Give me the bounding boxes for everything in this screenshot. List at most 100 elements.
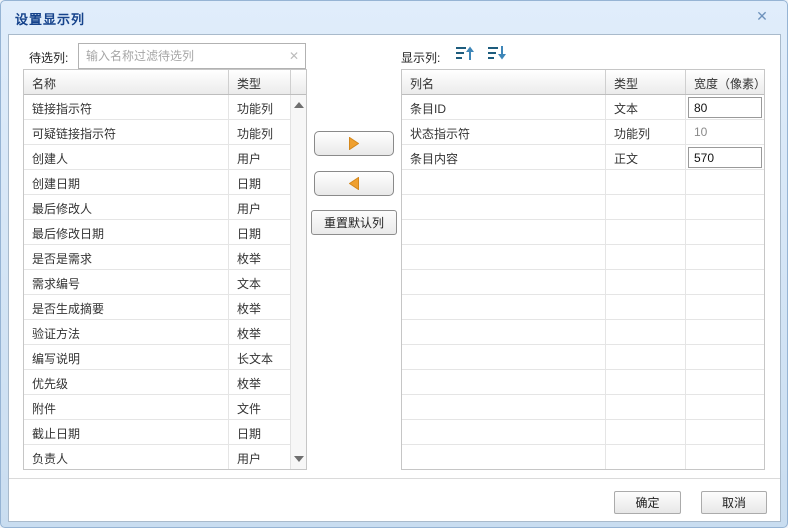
column-name-cell: 链接指示符 [24, 95, 229, 119]
column-name-cell [402, 345, 606, 369]
column-name-cell: 是否生成摘要 [24, 295, 229, 319]
empty-row [402, 320, 764, 345]
column-type-cell: 功能列 [229, 120, 291, 144]
column-type-cell [606, 245, 686, 269]
column-type-cell: 日期 [229, 170, 291, 194]
header-type: 类型 [606, 70, 686, 94]
column-width-cell [686, 395, 764, 419]
column-name-cell: 创建人 [24, 145, 229, 169]
move-up-icon[interactable] [456, 44, 475, 62]
available-column-row[interactable]: 是否生成摘要枚举 [24, 295, 306, 320]
header-width-pixels: 宽度（像素） [686, 70, 764, 94]
left-table-scrollbar[interactable] [290, 95, 306, 469]
move-left-button[interactable] [314, 171, 394, 196]
available-column-row[interactable]: 是否是需求枚举 [24, 245, 306, 270]
available-column-row[interactable]: 截止日期日期 [24, 420, 306, 445]
available-column-row[interactable]: 优先级枚举 [24, 370, 306, 395]
column-width-cell [686, 370, 764, 394]
empty-row [402, 395, 764, 420]
empty-row [402, 245, 764, 270]
column-name-cell [402, 195, 606, 219]
left-triangle-icon [349, 177, 359, 190]
width-readonly-value: 10 [687, 121, 763, 139]
column-type-cell: 功能列 [229, 95, 291, 119]
reset-default-columns-button[interactable]: 重置默认列 [311, 210, 397, 235]
column-type-cell: 日期 [229, 220, 291, 244]
empty-row [402, 445, 764, 470]
empty-row [402, 420, 764, 445]
ok-button[interactable]: 确定 [614, 491, 681, 514]
dialog-titlebar: 设置显示列 ✕ [1, 1, 787, 33]
column-type-cell: 枚举 [229, 320, 291, 344]
column-name-cell [402, 220, 606, 244]
column-type-cell: 功能列 [606, 120, 686, 144]
scroll-down-icon[interactable] [294, 456, 304, 462]
empty-row [402, 220, 764, 245]
display-column-row[interactable]: 条目ID文本 [402, 95, 764, 120]
available-column-row[interactable]: 创建人用户 [24, 145, 306, 170]
available-column-row[interactable]: 可疑链接指示符功能列 [24, 120, 306, 145]
width-input[interactable] [688, 97, 762, 118]
available-column-row[interactable]: 创建日期日期 [24, 170, 306, 195]
column-type-cell [606, 345, 686, 369]
column-width-cell [686, 270, 764, 294]
filter-input[interactable] [79, 44, 290, 68]
dialog-title: 设置显示列 [15, 9, 85, 28]
column-name-cell [402, 170, 606, 194]
column-name-cell: 验证方法 [24, 320, 229, 344]
right-triangle-icon [349, 137, 359, 150]
available-column-row[interactable]: 附件文件 [24, 395, 306, 420]
display-columns-header: 列名 类型 宽度（像素） [402, 70, 764, 95]
available-column-row[interactable]: 验证方法枚举 [24, 320, 306, 345]
header-scroll-filler [291, 70, 306, 94]
column-width-cell [686, 95, 764, 119]
display-column-row[interactable]: 状态指示符功能列10 [402, 120, 764, 145]
scroll-up-icon[interactable] [294, 102, 304, 108]
column-name-cell [402, 245, 606, 269]
move-down-icon[interactable] [488, 44, 507, 62]
available-column-row[interactable]: 编写说明长文本 [24, 345, 306, 370]
column-name-cell [402, 395, 606, 419]
column-type-cell: 用户 [229, 195, 291, 219]
available-column-row[interactable]: 最后修改人用户 [24, 195, 306, 220]
header-name: 名称 [24, 70, 229, 94]
empty-row [402, 345, 764, 370]
cancel-button[interactable]: 取消 [701, 491, 767, 514]
column-type-cell: 用户 [229, 445, 291, 469]
available-column-row[interactable]: 最后修改日期日期 [24, 220, 306, 245]
width-input[interactable] [688, 147, 762, 168]
header-type: 类型 [229, 70, 291, 94]
column-type-cell [606, 295, 686, 319]
column-name-cell: 状态指示符 [402, 120, 606, 144]
empty-row [402, 295, 764, 320]
display-columns-table: 列名 类型 宽度（像素） 条目ID文本状态指示符功能列10条目内容正文 [401, 69, 765, 470]
column-type-cell [606, 370, 686, 394]
available-columns-body: 链接指示符功能列可疑链接指示符功能列创建人用户创建日期日期最后修改人用户最后修改… [24, 95, 306, 470]
column-name-cell: 优先级 [24, 370, 229, 394]
column-type-cell: 文本 [229, 270, 291, 294]
column-width-cell [686, 220, 764, 244]
column-name-cell: 可疑链接指示符 [24, 120, 229, 144]
move-right-button[interactable] [314, 131, 394, 156]
column-type-cell: 文本 [606, 95, 686, 119]
display-column-row[interactable]: 条目内容正文 [402, 145, 764, 170]
column-width-cell [686, 145, 764, 169]
column-name-cell: 创建日期 [24, 170, 229, 194]
empty-row [402, 170, 764, 195]
dialog-content: 待选列: ✕ 名称 类型 链接指示符功能列可疑链接指示符功能列创建人用户创建日期… [8, 34, 781, 522]
available-column-row[interactable]: 需求编号文本 [24, 270, 306, 295]
close-icon[interactable]: ✕ [754, 8, 770, 24]
column-type-cell: 正文 [606, 145, 686, 169]
header-column-name: 列名 [402, 70, 606, 94]
available-column-row[interactable]: 负责人用户 [24, 445, 306, 470]
column-name-cell: 编写说明 [24, 345, 229, 369]
column-type-cell [606, 170, 686, 194]
column-name-cell [402, 320, 606, 344]
clear-filter-icon[interactable]: ✕ [289, 49, 299, 63]
available-column-row[interactable]: 链接指示符功能列 [24, 95, 306, 120]
column-type-cell: 长文本 [229, 345, 291, 369]
column-name-cell: 条目内容 [402, 145, 606, 169]
column-width-cell [686, 170, 764, 194]
display-columns-label: 显示列: [401, 49, 440, 66]
column-name-cell: 最后修改人 [24, 195, 229, 219]
